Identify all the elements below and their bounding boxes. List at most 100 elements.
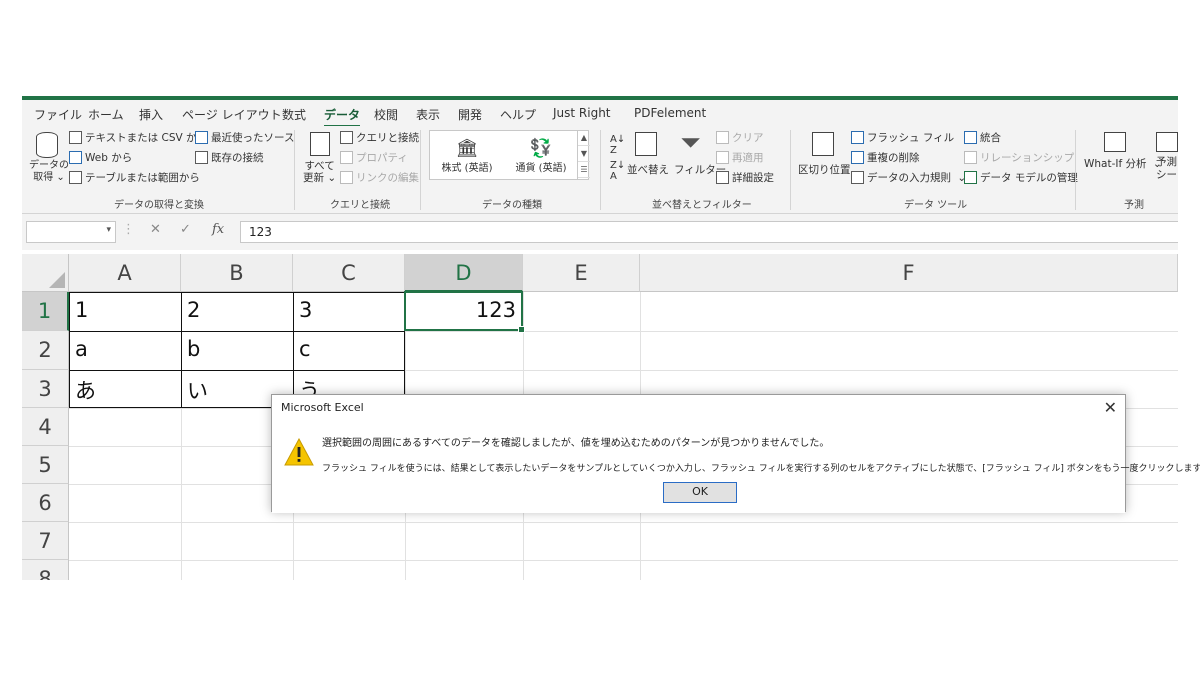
tab-home[interactable]: ホーム — [88, 106, 124, 123]
sort-az-button[interactable]: A↓ Z — [610, 134, 625, 156]
refresh-all-label-2: 更新 ⌄ — [303, 172, 337, 184]
cell-a2[interactable]: a — [70, 337, 180, 361]
advanced-filter-button[interactable]: 詳細設定 — [716, 170, 774, 185]
data-model-label: データ モデルの管理 — [980, 172, 1078, 184]
tab-just-right[interactable]: Just Right — [553, 106, 611, 120]
relationships-button[interactable]: リレーションシップ — [964, 150, 1074, 165]
from-text-csv-label: テキストまたは CSV から — [85, 132, 208, 144]
existing-connections-label: 既存の接続 — [211, 152, 264, 164]
row-header-5[interactable]: 5 — [22, 446, 69, 484]
queries-connections-label: クエリと接続 — [356, 132, 419, 144]
tab-insert[interactable]: 挿入 — [139, 106, 163, 123]
enter-icon[interactable]: ✓ — [180, 222, 191, 237]
tab-view[interactable]: 表示 — [416, 106, 440, 123]
select-all-corner[interactable] — [22, 254, 69, 292]
recent-sources-icon — [195, 131, 208, 144]
row-header-6[interactable]: 6 — [22, 484, 69, 522]
ok-button[interactable]: OK — [663, 482, 737, 503]
from-web-label: Web から — [85, 152, 133, 164]
row-header-1[interactable]: 1 — [22, 292, 69, 331]
gallery-more-icon[interactable]: ☰ — [578, 162, 590, 178]
document-icon — [69, 131, 82, 144]
column-header-f[interactable]: F — [640, 254, 1178, 292]
remove-duplicates-button[interactable]: 重複の削除 — [851, 150, 920, 165]
tab-file[interactable]: ファイル — [34, 106, 82, 123]
tab-data[interactable]: データ — [324, 106, 361, 127]
existing-connections-button[interactable]: 既存の接続 — [195, 150, 264, 165]
edit-links-button[interactable]: リンクの編集 — [340, 170, 419, 185]
chevron-down-icon[interactable]: ▾ — [106, 225, 111, 235]
tab-page-layout[interactable]: ページ レイアウト — [182, 106, 282, 123]
tab-help[interactable]: ヘルプ — [500, 106, 536, 123]
what-if-label: What-If 分析 — [1084, 158, 1147, 170]
from-text-csv-button[interactable]: テキストまたは CSV から — [69, 130, 207, 145]
row-header-4[interactable]: 4 — [22, 408, 69, 446]
gallery-up-icon[interactable]: ▲ — [578, 130, 590, 146]
tab-formulas[interactable]: 数式 — [282, 106, 306, 123]
from-web-button[interactable]: Web から — [69, 150, 132, 165]
forecast-sheet-label-2: シート — [1156, 169, 1178, 181]
properties-button[interactable]: プロパティ — [340, 150, 408, 165]
cell-b2[interactable]: b — [182, 337, 292, 361]
group-separator — [790, 130, 791, 210]
forecast-sheet-button[interactable]: 予測 シート — [1156, 156, 1178, 182]
column-header-c[interactable]: C — [293, 254, 405, 292]
sort-icon — [635, 132, 657, 156]
queries-connections-button[interactable]: クエリと接続 — [340, 130, 419, 145]
clear-button[interactable]: クリア — [716, 130, 764, 145]
more-options-icon: ⋮ — [122, 222, 135, 237]
row-header-7[interactable]: 7 — [22, 522, 69, 560]
forecast-sheet-label: 予測 — [1156, 156, 1177, 168]
cell-a1[interactable]: 1 — [70, 298, 180, 322]
gallery-scroll[interactable]: ▲ ▼ ☰ — [577, 130, 590, 180]
sort-button[interactable]: 並べ替え — [627, 162, 669, 177]
currencies-label: 通貨 (英語) — [515, 163, 567, 174]
group-separator — [420, 130, 421, 210]
dialog-message-secondary: フラッシュ フィルを使うには、結果として表示したいデータをサンプルとしていくつか… — [322, 464, 1200, 474]
properties-icon — [340, 151, 353, 164]
get-data-label: データの — [29, 160, 69, 171]
column-header-a[interactable]: A — [69, 254, 181, 292]
tab-review[interactable]: 校閲 — [374, 106, 398, 123]
table-border — [69, 331, 405, 332]
filter-icon: ⏷ — [680, 128, 701, 158]
column-header-e[interactable]: E — [523, 254, 640, 292]
consolidate-button[interactable]: 統合 — [964, 130, 1001, 145]
cell-c2[interactable]: c — [294, 337, 404, 361]
consolidate-label: 統合 — [980, 132, 1001, 144]
text-to-columns-button[interactable]: 区切り位置 — [798, 162, 851, 177]
gallery-down-icon[interactable]: ▼ — [578, 146, 590, 162]
tab-pdfelement[interactable]: PDFelement — [634, 106, 706, 120]
cancel-icon[interactable]: ✕ — [150, 222, 161, 237]
row-header-2[interactable]: 2 — [22, 331, 69, 370]
data-validation-button[interactable]: データの入力規則 ⌄ — [851, 170, 966, 185]
flash-fill-button[interactable]: フラッシュ フィル — [851, 130, 954, 145]
flash-fill-label: フラッシュ フィル — [867, 132, 955, 144]
formula-bar: ▾ ⋮ ✕ ✓ fx 123 — [22, 214, 1178, 250]
refresh-all-button[interactable]: すべて 更新 ⌄ — [303, 160, 336, 184]
row-header-8[interactable]: 8 — [22, 560, 69, 580]
column-header-b[interactable]: B — [181, 254, 293, 292]
stocks-button[interactable]: 🏛 株式 (英語) — [432, 139, 502, 175]
row-header-3[interactable]: 3 — [22, 370, 69, 408]
column-header-d[interactable]: D — [405, 254, 523, 292]
data-model-button[interactable]: データ モデルの管理 — [964, 170, 1078, 185]
sort-za-button[interactable]: Z↓ A — [610, 160, 625, 182]
tab-developer[interactable]: 開発 — [458, 106, 482, 123]
insert-function-icon[interactable]: fx — [212, 222, 224, 237]
name-box[interactable]: ▾ — [26, 221, 116, 243]
what-if-button[interactable]: What-If 分析 ⌄ — [1084, 156, 1162, 171]
group-label-data-tools: データ ツール — [904, 200, 968, 211]
close-icon[interactable]: ✕ — [1104, 398, 1117, 417]
cell-b1[interactable]: 2 — [182, 298, 292, 322]
warning-icon — [284, 438, 314, 466]
currencies-button[interactable]: 💱 通貨 (英語) — [506, 139, 576, 175]
reapply-button[interactable]: 再適用 — [716, 150, 764, 165]
recent-sources-button[interactable]: 最近使ったソース — [195, 130, 294, 145]
recent-sources-label: 最近使ったソース — [211, 132, 295, 144]
get-data-button[interactable]: データの 取得 ⌄ — [29, 160, 69, 184]
cell-c1[interactable]: 3 — [294, 298, 404, 322]
cell-a3[interactable]: あ — [70, 375, 180, 405]
formula-input[interactable]: 123 — [240, 221, 1178, 243]
from-table-range-button[interactable]: テーブルまたは範囲から — [69, 170, 200, 185]
